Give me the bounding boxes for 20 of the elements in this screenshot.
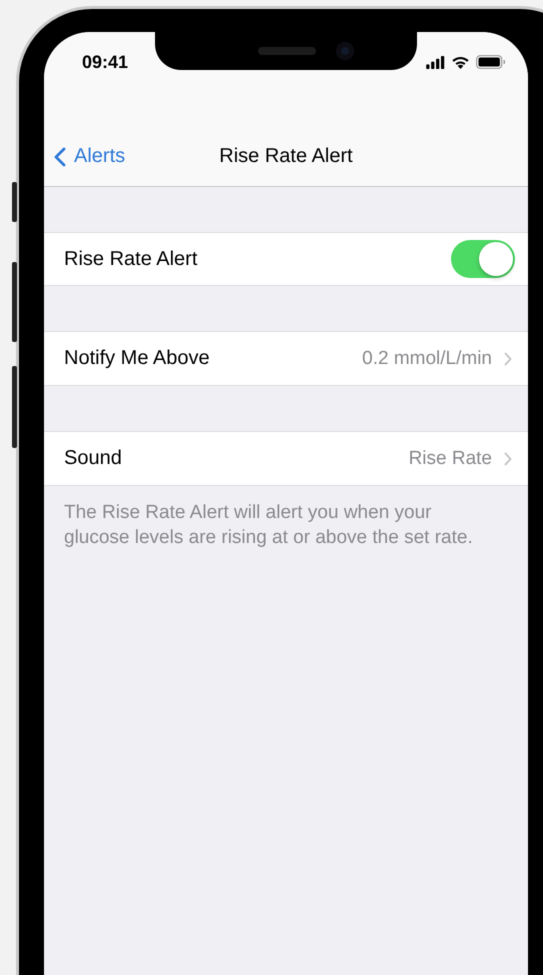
back-chevron-icon bbox=[54, 146, 66, 166]
battery-icon bbox=[476, 55, 506, 69]
footer-note: The Rise Rate Alert will alert you when your glucose levels are rising at or above the set rate. bbox=[63, 501, 474, 550]
row-label: Sound bbox=[64, 447, 123, 470]
settings-row[interactable]: Sound Rise Rate bbox=[44, 431, 528, 486]
camera-icon bbox=[336, 42, 354, 60]
status-time: 09:41 bbox=[82, 52, 128, 72]
chevron-icon bbox=[504, 352, 512, 366]
row-value: Rise Rate bbox=[408, 448, 492, 470]
row-label: Notify Me Above bbox=[64, 347, 211, 370]
settings-row[interactable]: Notify Me Above 0.2 mmol/L/min bbox=[44, 331, 528, 386]
screen-title: Rise Rate Alert bbox=[219, 145, 353, 168]
chevron-icon bbox=[504, 452, 512, 466]
signal-icon bbox=[426, 56, 445, 68]
speaker-icon bbox=[258, 47, 316, 55]
row-label: Rise Rate Alert bbox=[64, 248, 198, 270]
back-button[interactable]: Alerts bbox=[44, 145, 126, 168]
row-value: 0.2 mmol/L/min bbox=[362, 348, 492, 370]
toggle-switch[interactable] bbox=[451, 240, 515, 278]
wifi-icon bbox=[451, 55, 470, 69]
